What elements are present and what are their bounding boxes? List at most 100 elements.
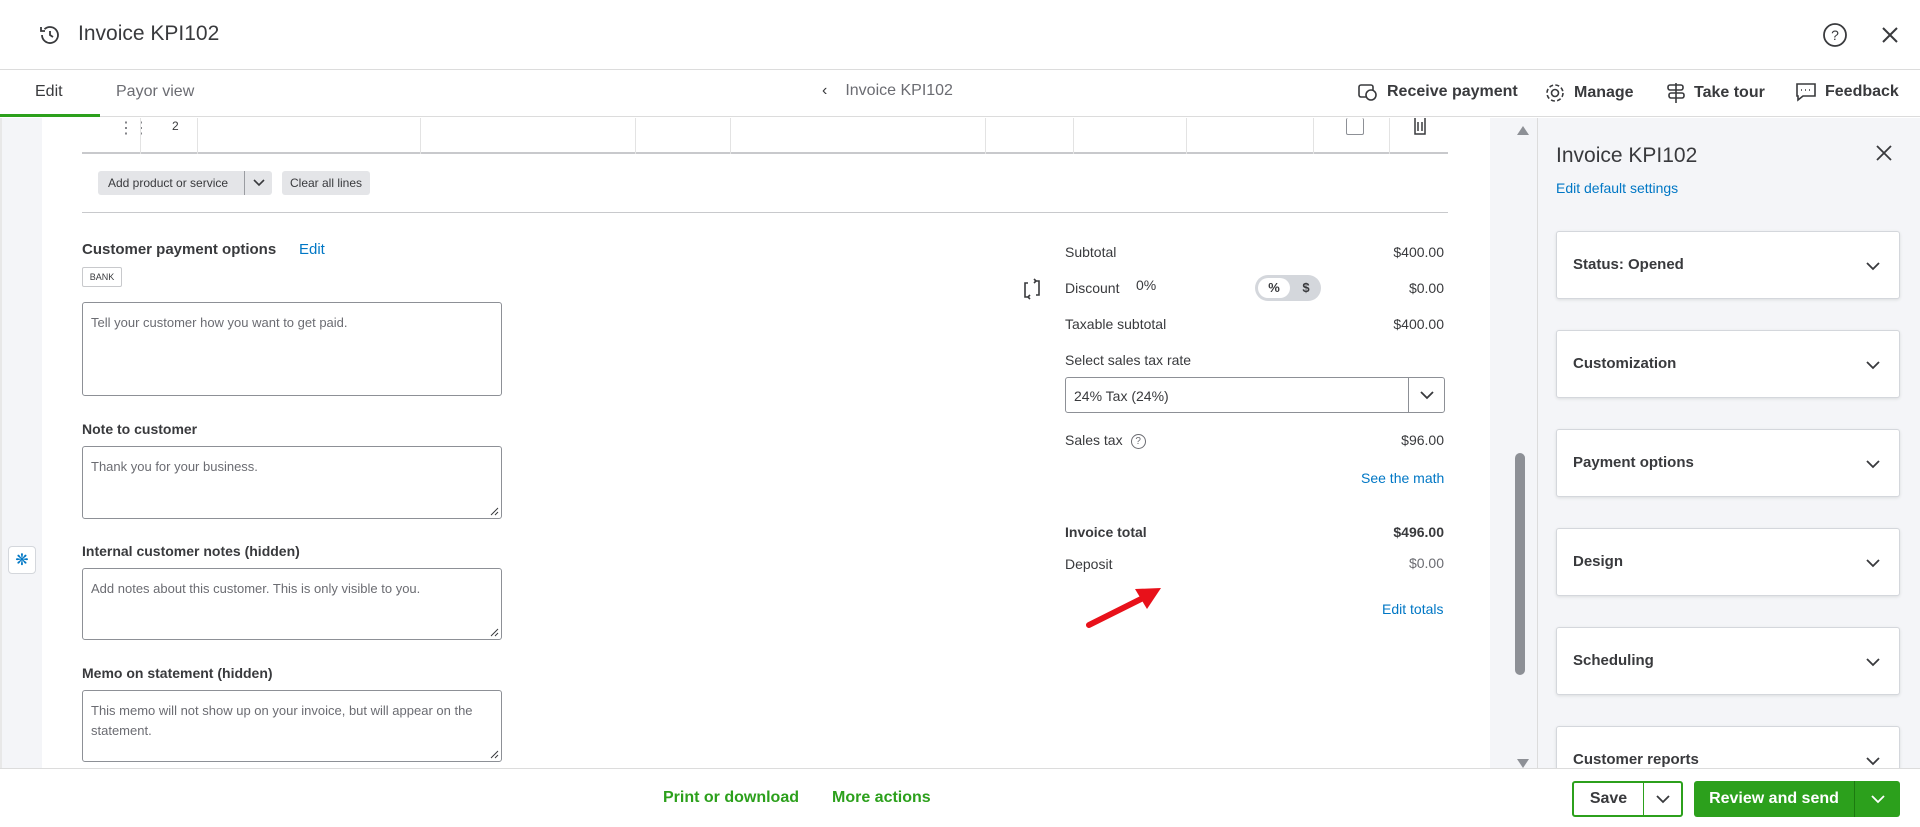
help-icon[interactable]: ? bbox=[1822, 22, 1848, 48]
tab-payor-view[interactable]: Payor view bbox=[116, 83, 194, 101]
line-cell bbox=[1389, 118, 1390, 154]
scrollbar-thumb[interactable] bbox=[1515, 453, 1525, 675]
swap-icon[interactable] bbox=[1022, 278, 1042, 300]
dollar-option[interactable]: $ bbox=[1295, 278, 1317, 298]
take-tour-button[interactable]: Take tour bbox=[1666, 82, 1765, 104]
line-cell bbox=[730, 118, 731, 154]
chat-bubble-icon bbox=[1796, 83, 1816, 102]
discount-type-toggle[interactable]: % $ bbox=[1255, 275, 1321, 301]
sales-tax-label-row: Sales tax? bbox=[1065, 432, 1146, 449]
settings-panel: Invoice KPI102 Edit default settings Sta… bbox=[1537, 118, 1920, 794]
line-cell bbox=[140, 118, 141, 154]
payment-instructions-field[interactable]: Tell your customer how you want to get p… bbox=[82, 302, 502, 396]
resize-grip-icon[interactable] bbox=[489, 749, 499, 759]
customization-card[interactable]: Customization bbox=[1556, 330, 1900, 398]
line-number: 2 bbox=[172, 119, 179, 133]
close-icon[interactable] bbox=[1875, 144, 1893, 162]
deposit-value[interactable]: $0.00 bbox=[1409, 555, 1444, 571]
invoice-nav: ‹ Invoice KPI102 bbox=[822, 82, 953, 100]
save-options-button[interactable] bbox=[1644, 783, 1681, 815]
tax-rate-select[interactable]: 24% Tax (24%) bbox=[1065, 377, 1445, 413]
chevron-down-icon[interactable] bbox=[244, 171, 272, 195]
discount-percent[interactable]: 0% bbox=[1136, 277, 1156, 293]
trash-icon[interactable] bbox=[1412, 118, 1428, 136]
line-cell bbox=[1073, 118, 1074, 154]
feedback-label: Feedback bbox=[1825, 83, 1899, 100]
subtotal-label: Subtotal bbox=[1065, 244, 1117, 260]
see-the-math-link[interactable]: See the math bbox=[1361, 470, 1444, 486]
receive-payment-button[interactable]: Receive payment bbox=[1357, 82, 1518, 102]
line-cell bbox=[635, 118, 636, 154]
receive-payment-icon bbox=[1358, 84, 1377, 101]
internal-notes-label: Internal customer notes (hidden) bbox=[82, 543, 300, 559]
print-or-download-link[interactable]: Print or download bbox=[663, 789, 799, 807]
card-title: Customization bbox=[1573, 355, 1677, 372]
sales-tax-label: Sales tax bbox=[1065, 432, 1123, 448]
card-title: Customer reports bbox=[1573, 751, 1699, 768]
invoice-nav-label: Invoice KPI102 bbox=[845, 82, 953, 99]
help-icon[interactable]: ? bbox=[1130, 433, 1146, 449]
memo-field[interactable]: This memo will not show up on your invoi… bbox=[82, 690, 502, 762]
status-card[interactable]: Status: Opened bbox=[1556, 231, 1900, 299]
line-cell bbox=[1186, 118, 1187, 154]
taxable-subtotal-label: Taxable subtotal bbox=[1065, 316, 1167, 332]
chevron-down-icon bbox=[1655, 794, 1670, 803]
line-item-row: ⋮⋮ 2 bbox=[82, 118, 1448, 154]
feedback-button[interactable]: Feedback bbox=[1795, 82, 1899, 102]
line-cell bbox=[420, 118, 421, 154]
design-card[interactable]: Design bbox=[1556, 528, 1900, 596]
assistant-icon[interactable]: ❋ bbox=[8, 546, 36, 574]
memo-label: Memo on statement (hidden) bbox=[82, 665, 273, 681]
add-product-button[interactable]: Add product or service bbox=[98, 171, 272, 195]
footer-bar: Print or download More actions Save Revi… bbox=[0, 768, 1920, 827]
payment-options-title: Customer payment options bbox=[82, 241, 277, 258]
review-send-button-group: Review and send bbox=[1694, 781, 1900, 817]
chevron-down-icon bbox=[1866, 559, 1880, 568]
card-title: Design bbox=[1573, 553, 1624, 570]
chevron-down-icon bbox=[1866, 262, 1880, 271]
save-button[interactable]: Save bbox=[1574, 783, 1644, 815]
payment-options-edit-link[interactable]: Edit bbox=[299, 241, 325, 258]
tax-rate-label: Select sales tax rate bbox=[1065, 352, 1192, 368]
manage-label: Manage bbox=[1574, 84, 1634, 101]
note-to-customer-label: Note to customer bbox=[82, 421, 198, 437]
history-icon[interactable] bbox=[38, 23, 62, 47]
annotation-arrow bbox=[1086, 588, 1161, 628]
chevron-down-icon[interactable] bbox=[1408, 378, 1444, 412]
card-title: Status: Opened bbox=[1573, 256, 1684, 273]
chevron-down-icon bbox=[1866, 658, 1880, 667]
clear-all-lines-button[interactable]: Clear all lines bbox=[282, 171, 370, 195]
internal-notes-placeholder: Add notes about this customer. This is o… bbox=[91, 581, 421, 596]
scroll-up-arrow[interactable] bbox=[1517, 126, 1529, 135]
percent-option[interactable]: % bbox=[1258, 278, 1290, 298]
gear-icon bbox=[1546, 84, 1564, 102]
left-strip: ❋ bbox=[0, 118, 42, 768]
more-actions-link[interactable]: More actions bbox=[832, 789, 931, 807]
note-to-customer-field[interactable]: Thank you for your business. bbox=[82, 446, 502, 519]
memo-placeholder: This memo will not show up on your invoi… bbox=[91, 703, 473, 738]
manage-button[interactable]: Manage bbox=[1544, 82, 1634, 104]
svg-text:?: ? bbox=[1831, 27, 1839, 43]
resize-grip-icon[interactable] bbox=[489, 627, 499, 637]
review-and-send-button[interactable]: Review and send bbox=[1694, 781, 1855, 817]
drag-handle-icon[interactable]: ⋮⋮ bbox=[118, 118, 149, 138]
scheduling-card[interactable]: Scheduling bbox=[1556, 627, 1900, 695]
close-icon[interactable] bbox=[1878, 23, 1902, 47]
divider bbox=[82, 212, 1448, 213]
deposit-label: Deposit bbox=[1065, 556, 1113, 572]
taxable-subtotal-value: $400.00 bbox=[1393, 316, 1444, 332]
payment-options-card[interactable]: Payment options bbox=[1556, 429, 1900, 497]
scroll-down-arrow[interactable] bbox=[1517, 759, 1529, 768]
taxable-checkbox[interactable] bbox=[1346, 118, 1364, 135]
card-title: Scheduling bbox=[1573, 652, 1654, 669]
send-options-button[interactable] bbox=[1855, 781, 1900, 817]
edit-default-settings-link[interactable]: Edit default settings bbox=[1556, 180, 1678, 196]
tab-edit[interactable]: Edit bbox=[0, 70, 100, 117]
internal-notes-field[interactable]: Add notes about this customer. This is o… bbox=[82, 568, 502, 640]
subtotal-value: $400.00 bbox=[1393, 244, 1444, 260]
top-bar: Invoice KPI102 ? bbox=[0, 0, 1920, 70]
resize-grip-icon[interactable] bbox=[489, 506, 499, 516]
chevron-down-icon bbox=[1866, 361, 1880, 370]
edit-totals-link[interactable]: Edit totals bbox=[1382, 601, 1443, 617]
chevron-left-icon[interactable]: ‹ bbox=[822, 82, 827, 100]
